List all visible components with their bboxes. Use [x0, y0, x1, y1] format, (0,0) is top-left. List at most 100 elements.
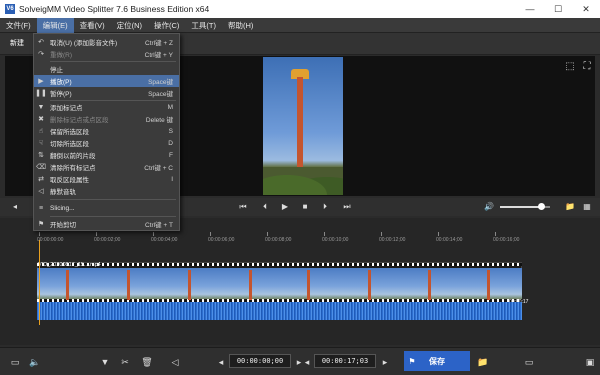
menu-separator — [50, 216, 176, 217]
frame-thumbnail — [66, 270, 69, 300]
menu-view[interactable]: 查看(V) — [74, 18, 111, 33]
ruler-label: 00:00:00:00 — [37, 237, 64, 243]
end-prev-icon[interactable]: ◂ — [300, 355, 314, 369]
ruler-tick — [381, 232, 382, 236]
menu-item-start-cut[interactable]: ⚑ 开始剪切 Ctrl键 + T — [34, 218, 179, 230]
menu-separator — [50, 199, 176, 200]
filmstrip-sprocket-top — [37, 263, 522, 266]
play-icon[interactable]: ▶ — [278, 200, 292, 214]
menu-navigate[interactable]: 定位(N) — [111, 18, 148, 33]
volume-fill — [500, 206, 541, 208]
prev-mark-icon[interactable]: ⏮ — [236, 200, 250, 214]
menu-item-play[interactable]: ▶ 播放(P) Space键 — [34, 75, 179, 87]
menu-item-stop[interactable]: 停止 — [34, 63, 179, 75]
frame-thumbnail — [127, 270, 130, 300]
prev-icon[interactable]: ◂ — [8, 200, 22, 214]
time-ruler[interactable]: 00:00:00:00 00:00:02;00 00:00:04;00 00:0… — [37, 230, 525, 246]
delete-icon[interactable]: 🗑 — [140, 355, 154, 369]
zoom-out-icon[interactable]: ▭ — [522, 355, 536, 369]
menu-item-delete-marker[interactable]: ✖ 删除标记点或点区段 Delete 键 — [34, 113, 179, 125]
invert-icon: ⇄ — [38, 176, 44, 183]
edit-menu-dropdown: ↶ 取消(U) (添加影音文件) Ctrl键 + Z ↷ 重做(R) Ctrl键… — [33, 33, 180, 231]
step-back-icon[interactable]: ⏴ — [258, 200, 272, 214]
menu-bar: 文件(F) 编辑(E) 查看(V) 定位(N) 操作(C) 工具(T) 帮助(H… — [0, 17, 600, 33]
menu-item-slicing[interactable]: ≡ Slicing... — [34, 202, 179, 214]
menu-item-add-marker[interactable]: ▼ 添加标记点 M — [34, 101, 179, 113]
volume-knob[interactable] — [538, 203, 545, 210]
frame-thumbnail — [307, 270, 310, 300]
ruler-tick — [210, 232, 211, 236]
output-folder-icon[interactable]: 📁 — [476, 355, 490, 369]
volume-icon[interactable]: 🔊 — [482, 200, 496, 214]
step-forward-icon[interactable]: ⏵ — [318, 200, 332, 214]
ruler-tick — [438, 232, 439, 236]
snapshot-icon[interactable]: ▦ — [580, 200, 594, 214]
frame-thumbnail — [487, 270, 490, 300]
video-frame — [263, 57, 343, 195]
save-button[interactable]: ⚑ 保存 — [404, 351, 470, 371]
ruler-label: 00:00:16;00 — [493, 237, 520, 243]
menu-item-clear-markers[interactable]: ⌫ 清除所有标记点 Ctrl键 + C — [34, 161, 179, 173]
clear-icon: ⌫ — [36, 164, 46, 171]
fullscreen-icon[interactable]: ⛶ — [580, 60, 594, 74]
frame-thumbnail — [249, 270, 252, 300]
tower-pole — [297, 77, 303, 177]
menu-item-undo[interactable]: ↶ 取消(U) (添加影音文件) Ctrl键 + Z — [34, 36, 179, 48]
redo-icon: ↷ — [38, 51, 44, 58]
end-next-icon[interactable]: ▸ — [378, 355, 392, 369]
menu-item-cut-selection[interactable]: ☟ 切除所选区段 D — [34, 137, 179, 149]
flag-icon: ⚑ — [408, 356, 416, 366]
tab-new[interactable]: 新建 — [10, 38, 24, 48]
filmstrip — [37, 268, 522, 301]
ruler-label: 00:00:12;00 — [379, 237, 406, 243]
ruler-tick — [96, 232, 97, 236]
next-mark-icon[interactable]: ⏭ — [340, 200, 354, 214]
menu-help[interactable]: 帮助(H) — [222, 18, 259, 33]
flag-icon: ⚑ — [37, 221, 45, 228]
start-prev-icon[interactable]: ◂ — [214, 355, 228, 369]
playhead[interactable] — [39, 240, 40, 325]
maximize-icon[interactable]: ☐ — [544, 0, 572, 18]
close-icon[interactable]: ✕ — [572, 0, 600, 18]
screen-icon[interactable]: ▭ — [8, 355, 22, 369]
cut-icon[interactable]: ✂ — [118, 355, 132, 369]
mute-icon[interactable]: ◁ — [168, 355, 182, 369]
menu-item-keep-selection[interactable]: ☝ 保留所选区段 S — [34, 125, 179, 137]
minimize-icon[interactable]: — — [516, 0, 544, 18]
menu-item-redo[interactable]: ↷ 重做(R) Ctrl键 + Y — [34, 48, 179, 60]
start-time-field[interactable]: 00:00:00;00 — [229, 354, 291, 368]
ruler-label: 00:00:10;00 — [322, 237, 349, 243]
ruler-tick — [39, 232, 40, 236]
end-time-field[interactable]: 00:00:17;03 — [314, 354, 376, 368]
menu-file[interactable]: 文件(F) — [0, 18, 37, 33]
app-logo-icon: V6 — [5, 4, 15, 14]
menu-item-invert-previous[interactable]: ⇅ 翻倒以前的片段 F — [34, 149, 179, 161]
ruler-label: 00:00:08;00 — [265, 237, 292, 243]
ruler-label: 00:00:04;00 — [151, 237, 178, 243]
volume-slider[interactable] — [500, 203, 550, 210]
ruler-tick — [495, 232, 496, 236]
trees — [263, 167, 343, 195]
menu-separator — [50, 61, 176, 62]
menu-item-mute-track[interactable]: ◁ 静默音轨 — [34, 185, 179, 197]
zoom-in-icon[interactable]: ▣ — [583, 355, 597, 369]
menu-item-invert-attributes[interactable]: ⇄ 取反区段属性 I — [34, 173, 179, 185]
filter-icon[interactable]: ▼ — [98, 355, 112, 369]
audio-icon[interactable]: 🔈 — [28, 355, 42, 369]
audio-waveform — [37, 302, 522, 320]
menu-item-pause[interactable]: ❚❚ 暂停(P) Space键 — [34, 87, 179, 99]
crop-icon[interactable]: ⬚ — [563, 60, 577, 74]
frame-thumbnail — [368, 270, 371, 300]
folder-icon[interactable]: 📁 — [563, 200, 577, 214]
menu-edit[interactable]: 编辑(E) — [36, 17, 74, 33]
play-icon: ▶ — [38, 78, 44, 85]
marker-icon: ▼ — [37, 103, 45, 111]
ruler-tick — [153, 232, 154, 236]
stop-icon[interactable]: ■ — [298, 200, 312, 214]
ruler-tick — [267, 232, 268, 236]
ruler-label: 00:00:06;00 — [208, 237, 235, 243]
menu-tools[interactable]: 工具(T) — [185, 18, 222, 33]
slicing-icon: ≡ — [38, 204, 44, 212]
ruler-label: 00:00:14;00 — [436, 237, 463, 243]
menu-operate[interactable]: 操作(C) — [148, 18, 185, 33]
